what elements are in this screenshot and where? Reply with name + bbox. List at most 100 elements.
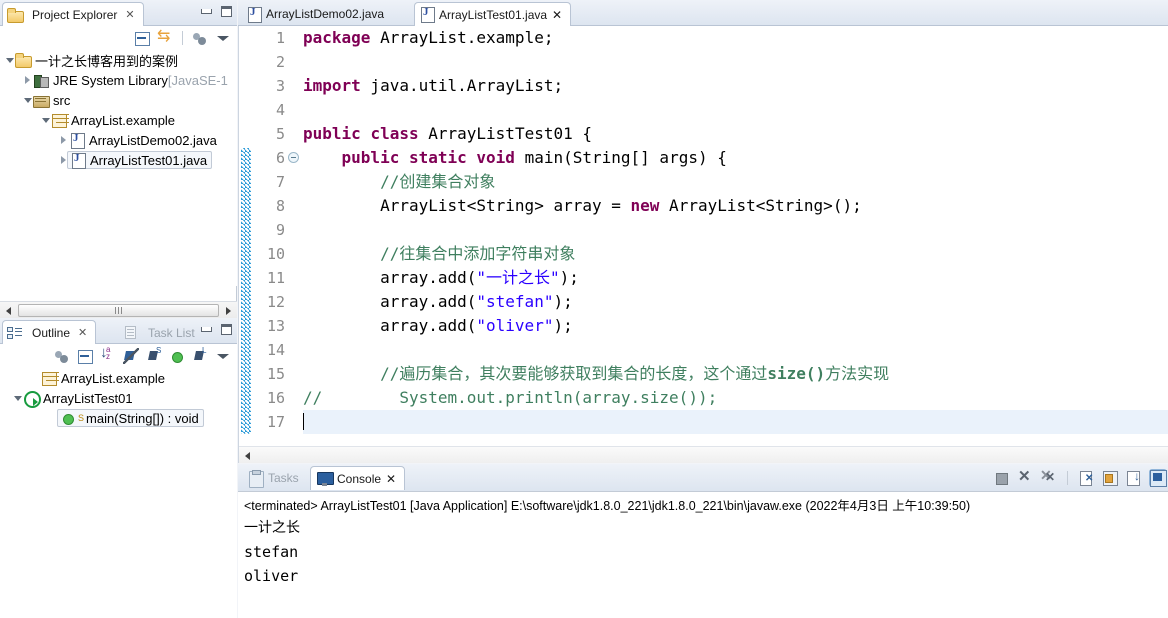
tab-task-list[interactable]: Task List bbox=[118, 320, 204, 344]
line-number: 14 bbox=[266, 341, 285, 359]
sort-icon[interactable] bbox=[100, 344, 116, 364]
project-explorer-icon bbox=[7, 7, 24, 23]
tab-tasks[interactable]: Tasks bbox=[242, 466, 307, 490]
code-line[interactable] bbox=[303, 218, 1168, 242]
tree-item-suffix: [JavaSE-1 bbox=[167, 72, 228, 88]
display-selected-console-icon[interactable] bbox=[1149, 469, 1167, 487]
code-line[interactable] bbox=[303, 410, 1168, 434]
chevron-down-icon[interactable] bbox=[40, 110, 51, 130]
close-icon[interactable]: ✕ bbox=[552, 8, 562, 22]
tree-item-content: ArrayListTest01.java bbox=[67, 151, 213, 169]
minimize-icon[interactable] bbox=[200, 5, 213, 18]
view-menu-chevron-icon[interactable] bbox=[215, 30, 231, 46]
code-line[interactable]: //往集合中添加字符串对象 bbox=[303, 242, 1168, 266]
project-tree-item[interactable]: ArrayListDemo02.java bbox=[0, 130, 237, 150]
hide-fields-icon[interactable] bbox=[123, 348, 139, 364]
code-token: ArrayList<String> array = bbox=[303, 196, 631, 215]
tab-project-explorer[interactable]: Project Explorer ✕ bbox=[2, 2, 144, 26]
hscroll-grip bbox=[115, 306, 122, 314]
outline-tree-item[interactable]: ArrayListTest01 bbox=[0, 388, 237, 408]
code-token: java.util.ArrayList; bbox=[360, 76, 564, 95]
code-line[interactable]: // System.out.println(array.size()); bbox=[303, 386, 1168, 410]
chevron-down-icon[interactable] bbox=[22, 90, 33, 110]
code-folding-column[interactable] bbox=[287, 26, 301, 446]
view-menu-icon[interactable] bbox=[54, 348, 70, 364]
scroll-left-icon[interactable] bbox=[0, 302, 17, 319]
chevron-right-icon[interactable] bbox=[22, 70, 33, 90]
chevron-down-icon[interactable] bbox=[4, 50, 15, 70]
hide-local-icon[interactable] bbox=[192, 346, 208, 364]
project-explorer-hscrollbar[interactable] bbox=[0, 301, 237, 318]
maximize-icon[interactable] bbox=[220, 323, 233, 336]
editor-tab-1[interactable]: ArrayListDemo02.java bbox=[242, 2, 392, 26]
close-icon[interactable]: ✕ bbox=[386, 472, 396, 486]
tab-outline[interactable]: Outline ✕ bbox=[2, 320, 97, 344]
code-line[interactable]: public class ArrayListTest01 { bbox=[303, 122, 1168, 146]
view-menu-icon[interactable] bbox=[192, 30, 208, 46]
chevron-down-icon[interactable] bbox=[12, 388, 23, 408]
pin-console-icon[interactable] bbox=[1126, 469, 1142, 486]
outline-tree[interactable]: ArrayList.example ArrayListTest01 Smain(St… bbox=[0, 368, 237, 618]
tab-console[interactable]: Console ✕ bbox=[310, 466, 406, 490]
minimize-icon[interactable] bbox=[200, 323, 213, 336]
console-output-panel[interactable]: <terminated> ArrayListTest01 [Java Appli… bbox=[238, 491, 1168, 618]
fold-collapse-icon[interactable] bbox=[288, 152, 299, 163]
project-tree-item[interactable]: JRE System Library [JavaSE-1 bbox=[0, 70, 237, 90]
code-token: ); bbox=[553, 316, 573, 335]
collapse-all-icon[interactable] bbox=[134, 30, 150, 46]
code-line[interactable]: //遍历集合，其次要能够获取到集合的长度，这个通过size()方法实现 bbox=[303, 362, 1168, 386]
code-line[interactable]: //创建集合对象 bbox=[303, 170, 1168, 194]
project-tree-item[interactable]: src bbox=[0, 90, 237, 110]
project-explorer-view: Project Explorer ✕ 一计之长博客用到的案例 JRE System… bbox=[0, 0, 237, 318]
link-with-editor-icon[interactable] bbox=[157, 26, 173, 46]
project-tree-item[interactable]: ArrayList.example bbox=[0, 110, 237, 130]
code-token: "一计之长" bbox=[476, 268, 560, 287]
code-line[interactable]: array.add("一计之长"); bbox=[303, 266, 1168, 290]
tab-label: Outline bbox=[32, 325, 71, 340]
terminate-icon[interactable] bbox=[993, 470, 1009, 486]
project-tree-item[interactable]: ArrayListTest01.java bbox=[0, 150, 237, 170]
code-line[interactable]: import java.util.ArrayList; bbox=[303, 74, 1168, 98]
editor-hscrollbar[interactable] bbox=[239, 446, 1168, 463]
line-number: 10 bbox=[266, 245, 285, 263]
code-line[interactable] bbox=[303, 98, 1168, 122]
project-explorer-tree[interactable]: 一计之长博客用到的案例 JRE System Library [JavaSE-1 s… bbox=[0, 50, 237, 286]
chevron-right-icon[interactable] bbox=[58, 130, 69, 150]
scroll-right-icon[interactable] bbox=[220, 302, 237, 319]
remove-all-terminated-icon[interactable] bbox=[1040, 467, 1057, 486]
close-icon[interactable]: ✕ bbox=[125, 8, 134, 21]
chevron-right-icon[interactable] bbox=[58, 150, 69, 170]
close-icon[interactable]: ✕ bbox=[78, 326, 87, 339]
outline-window-buttons bbox=[200, 323, 233, 336]
scroll-lock-icon[interactable] bbox=[1102, 470, 1118, 486]
code-line[interactable]: array.add("stefan"); bbox=[303, 290, 1168, 314]
tree-item-label: 一计之长博客用到的案例 bbox=[35, 53, 179, 69]
code-token: "stefan" bbox=[476, 292, 554, 311]
code-line[interactable]: ArrayList<String> array = new ArrayList<… bbox=[303, 194, 1168, 218]
outline-tree-item[interactable]: ArrayList.example bbox=[0, 368, 237, 388]
scroll-left-icon[interactable] bbox=[239, 447, 256, 464]
clear-console-icon[interactable] bbox=[1078, 470, 1094, 486]
code-editor[interactable]: 1 2 3 4 5 6 7 8 9 10 11 12 13 14 15 16 17 package ArrayL… bbox=[238, 26, 1168, 463]
remove-launch-icon[interactable] bbox=[1017, 467, 1033, 486]
project-tree-item[interactable]: 一计之长博客用到的案例 bbox=[0, 50, 237, 70]
console-area: Tasks Console ✕ <terminated> ArrayListTe… bbox=[238, 464, 1168, 618]
code-line[interactable]: public static void main(String[] args) { bbox=[303, 146, 1168, 170]
left-panel-stack: Project Explorer ✕ 一计之长博客用到的案例 JRE System… bbox=[0, 0, 237, 618]
hide-nonpublic-icon[interactable] bbox=[169, 348, 185, 364]
collapse-all-icon[interactable] bbox=[77, 348, 93, 364]
view-menu-chevron-icon[interactable] bbox=[215, 348, 231, 364]
line-number: 17 bbox=[266, 413, 285, 431]
hscroll-thumb[interactable] bbox=[18, 303, 219, 317]
maximize-icon[interactable] bbox=[220, 5, 233, 18]
source-code-text[interactable]: package ArrayList.example; import java.u… bbox=[301, 26, 1168, 446]
editor-tab-2[interactable]: ArrayListTest01.java ✕ bbox=[414, 2, 572, 26]
code-line[interactable] bbox=[303, 338, 1168, 362]
hide-static-icon[interactable] bbox=[146, 346, 162, 364]
code-line[interactable] bbox=[303, 50, 1168, 74]
outline-tree-item[interactable]: Smain(String[]) : void bbox=[0, 408, 237, 428]
code-line[interactable]: package ArrayList.example; bbox=[303, 26, 1168, 50]
console-line: stefan bbox=[244, 543, 299, 561]
code-line[interactable]: array.add("oliver"); bbox=[303, 314, 1168, 338]
outline-tabbar: Outline ✕ Task List bbox=[0, 318, 237, 344]
